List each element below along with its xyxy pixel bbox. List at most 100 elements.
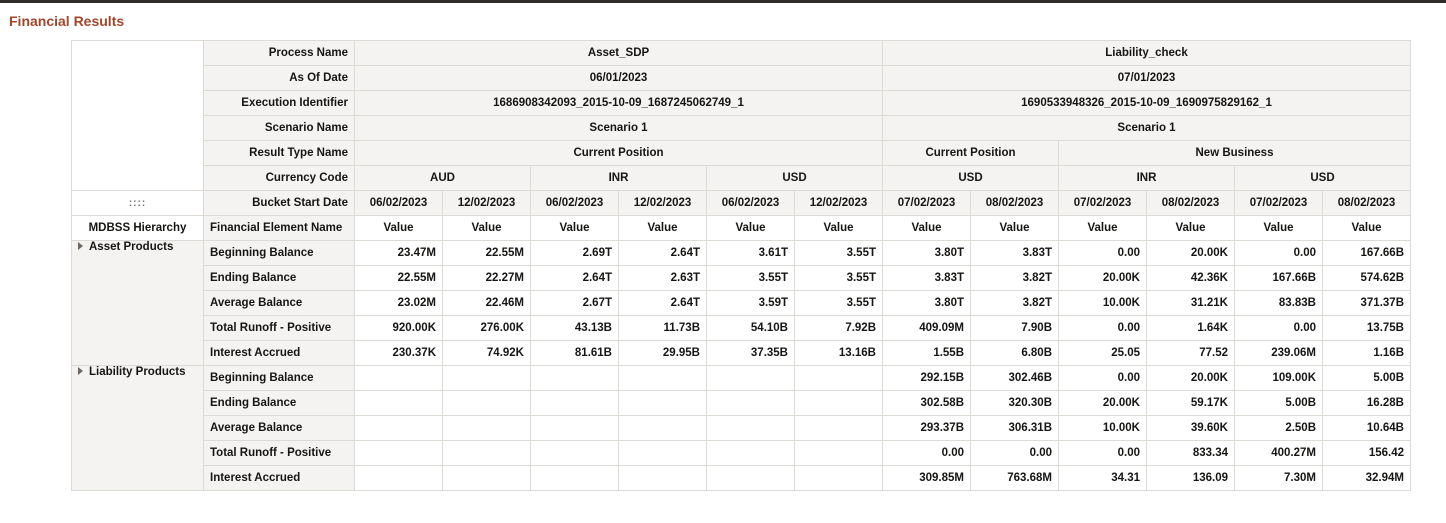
value-cell: 2.63T: [618, 265, 707, 291]
value-cell: 77.52: [1146, 340, 1235, 366]
measure-header[interactable]: Value: [442, 215, 531, 241]
measure-header[interactable]: Value: [530, 215, 619, 241]
row-group-label: Liability Products: [89, 366, 186, 379]
value-cell: [794, 365, 883, 391]
value-cell: [794, 415, 883, 441]
col-label-as-of-date: As Of Date: [203, 65, 355, 91]
currency-header[interactable]: USD: [882, 165, 1059, 191]
bucket-date-header[interactable]: 12/02/2023: [442, 190, 531, 216]
value-cell: 3.55T: [794, 240, 883, 266]
process-name-header[interactable]: Liability_check: [882, 40, 1411, 66]
value-cell: 293.37B: [882, 415, 971, 441]
value-cell: [442, 465, 531, 491]
currency-header[interactable]: USD: [1234, 165, 1411, 191]
value-cell: 31.21K: [1146, 290, 1235, 316]
bucket-date-header[interactable]: 06/02/2023: [354, 190, 443, 216]
col-label-financial-element-name[interactable]: Financial Element Name: [203, 215, 355, 241]
value-cell: [530, 365, 619, 391]
value-cell: [794, 440, 883, 466]
scenario-header[interactable]: Scenario 1: [882, 115, 1411, 141]
measure-header[interactable]: Value: [1146, 215, 1235, 241]
value-cell: 25.05: [1058, 340, 1147, 366]
result-type-header[interactable]: New Business: [1058, 140, 1411, 166]
value-cell: 23.47M: [354, 240, 443, 266]
value-cell: 0.00: [882, 440, 971, 466]
value-cell: 3.55T: [794, 265, 883, 291]
currency-header[interactable]: AUD: [354, 165, 531, 191]
expand-triangle-icon[interactable]: [78, 367, 83, 375]
value-cell: 2.64T: [618, 240, 707, 266]
expand-triangle-icon[interactable]: [78, 242, 83, 250]
bucket-date-header[interactable]: 07/02/2023: [1234, 190, 1323, 216]
value-cell: [354, 465, 443, 491]
row-group-asset-products[interactable]: Asset Products: [71, 240, 204, 366]
as-of-date-header[interactable]: 06/01/2023: [354, 65, 883, 91]
value-cell: [530, 465, 619, 491]
currency-header[interactable]: INR: [530, 165, 707, 191]
process-name-header[interactable]: Asset_SDP: [354, 40, 883, 66]
value-cell: 3.83T: [970, 240, 1059, 266]
bucket-date-header[interactable]: 12/02/2023: [618, 190, 707, 216]
measure-header[interactable]: Value: [706, 215, 795, 241]
measure-header[interactable]: Value: [1234, 215, 1323, 241]
value-cell: 3.80T: [882, 240, 971, 266]
measure-header[interactable]: Value: [354, 215, 443, 241]
value-cell: [618, 390, 707, 416]
measure-header[interactable]: Value: [970, 215, 1059, 241]
currency-header[interactable]: USD: [706, 165, 883, 191]
result-type-header[interactable]: Current Position: [354, 140, 883, 166]
value-cell: 239.06M: [1234, 340, 1323, 366]
as-of-date-header[interactable]: 07/01/2023: [882, 65, 1411, 91]
bucket-date-header[interactable]: 08/02/2023: [1322, 190, 1411, 216]
execution-id-header[interactable]: 1686908342093_2015-10-09_1687245062749_1: [354, 90, 883, 116]
bucket-date-header[interactable]: 12/02/2023: [794, 190, 883, 216]
value-cell: 81.61B: [530, 340, 619, 366]
value-cell: 167.66B: [1322, 240, 1411, 266]
execution-id-header[interactable]: 1690533948326_2015-10-09_1690975829162_1: [882, 90, 1411, 116]
value-cell: 16.28B: [1322, 390, 1411, 416]
bucket-date-header[interactable]: 07/02/2023: [882, 190, 971, 216]
value-cell: 32.94M: [1322, 465, 1411, 491]
result-type-header[interactable]: Current Position: [882, 140, 1059, 166]
value-cell: 0.00: [1058, 440, 1147, 466]
measure-header[interactable]: Value: [1058, 215, 1147, 241]
value-cell: 1.64K: [1146, 315, 1235, 341]
value-cell: 42.36K: [1146, 265, 1235, 291]
value-cell: 3.83T: [882, 265, 971, 291]
value-cell: 400.27M: [1234, 440, 1323, 466]
value-cell: 1.55B: [882, 340, 971, 366]
row-dimension-label[interactable]: MDBSS Hierarchy: [71, 215, 204, 241]
value-cell: 574.62B: [1322, 265, 1411, 291]
drag-handle-icon[interactable]: ::::: [71, 190, 204, 216]
financial-element-label: Ending Balance: [203, 265, 355, 291]
table-row: Average Balance 293.37B 306.31B 10.00K 39.60…: [72, 415, 1411, 441]
currency-header[interactable]: INR: [1058, 165, 1235, 191]
measure-header[interactable]: Value: [1322, 215, 1411, 241]
value-cell: 302.58B: [882, 390, 971, 416]
value-cell: 3.55T: [794, 290, 883, 316]
table-row: Total Runoff - Positive 0.00 0.00 0.00 833.3…: [72, 440, 1411, 466]
bucket-date-header[interactable]: 08/02/2023: [1146, 190, 1235, 216]
bucket-date-header[interactable]: 08/02/2023: [970, 190, 1059, 216]
value-cell: 136.09: [1146, 465, 1235, 491]
top-bar: [0, 0, 1446, 3]
value-cell: 59.17K: [1146, 390, 1235, 416]
scenario-header[interactable]: Scenario 1: [354, 115, 883, 141]
value-cell: 0.00: [970, 440, 1059, 466]
value-cell: 302.46B: [970, 365, 1059, 391]
table-row: Average Balance 23.02M 22.46M 2.67T 2.64T 3.5…: [72, 290, 1411, 316]
value-cell: [442, 390, 531, 416]
row-group-liability-products[interactable]: Liability Products: [71, 365, 204, 491]
financial-element-label: Beginning Balance: [203, 240, 355, 266]
measure-header[interactable]: Value: [882, 215, 971, 241]
bucket-date-header[interactable]: 07/02/2023: [1058, 190, 1147, 216]
value-cell: [530, 415, 619, 441]
value-cell: 2.64T: [530, 265, 619, 291]
bucket-date-header[interactable]: 06/02/2023: [706, 190, 795, 216]
measure-header[interactable]: Value: [794, 215, 883, 241]
value-cell: [354, 440, 443, 466]
measure-header[interactable]: Value: [618, 215, 707, 241]
value-cell: 306.31B: [970, 415, 1059, 441]
value-cell: 10.00K: [1058, 415, 1147, 441]
bucket-date-header[interactable]: 06/02/2023: [530, 190, 619, 216]
